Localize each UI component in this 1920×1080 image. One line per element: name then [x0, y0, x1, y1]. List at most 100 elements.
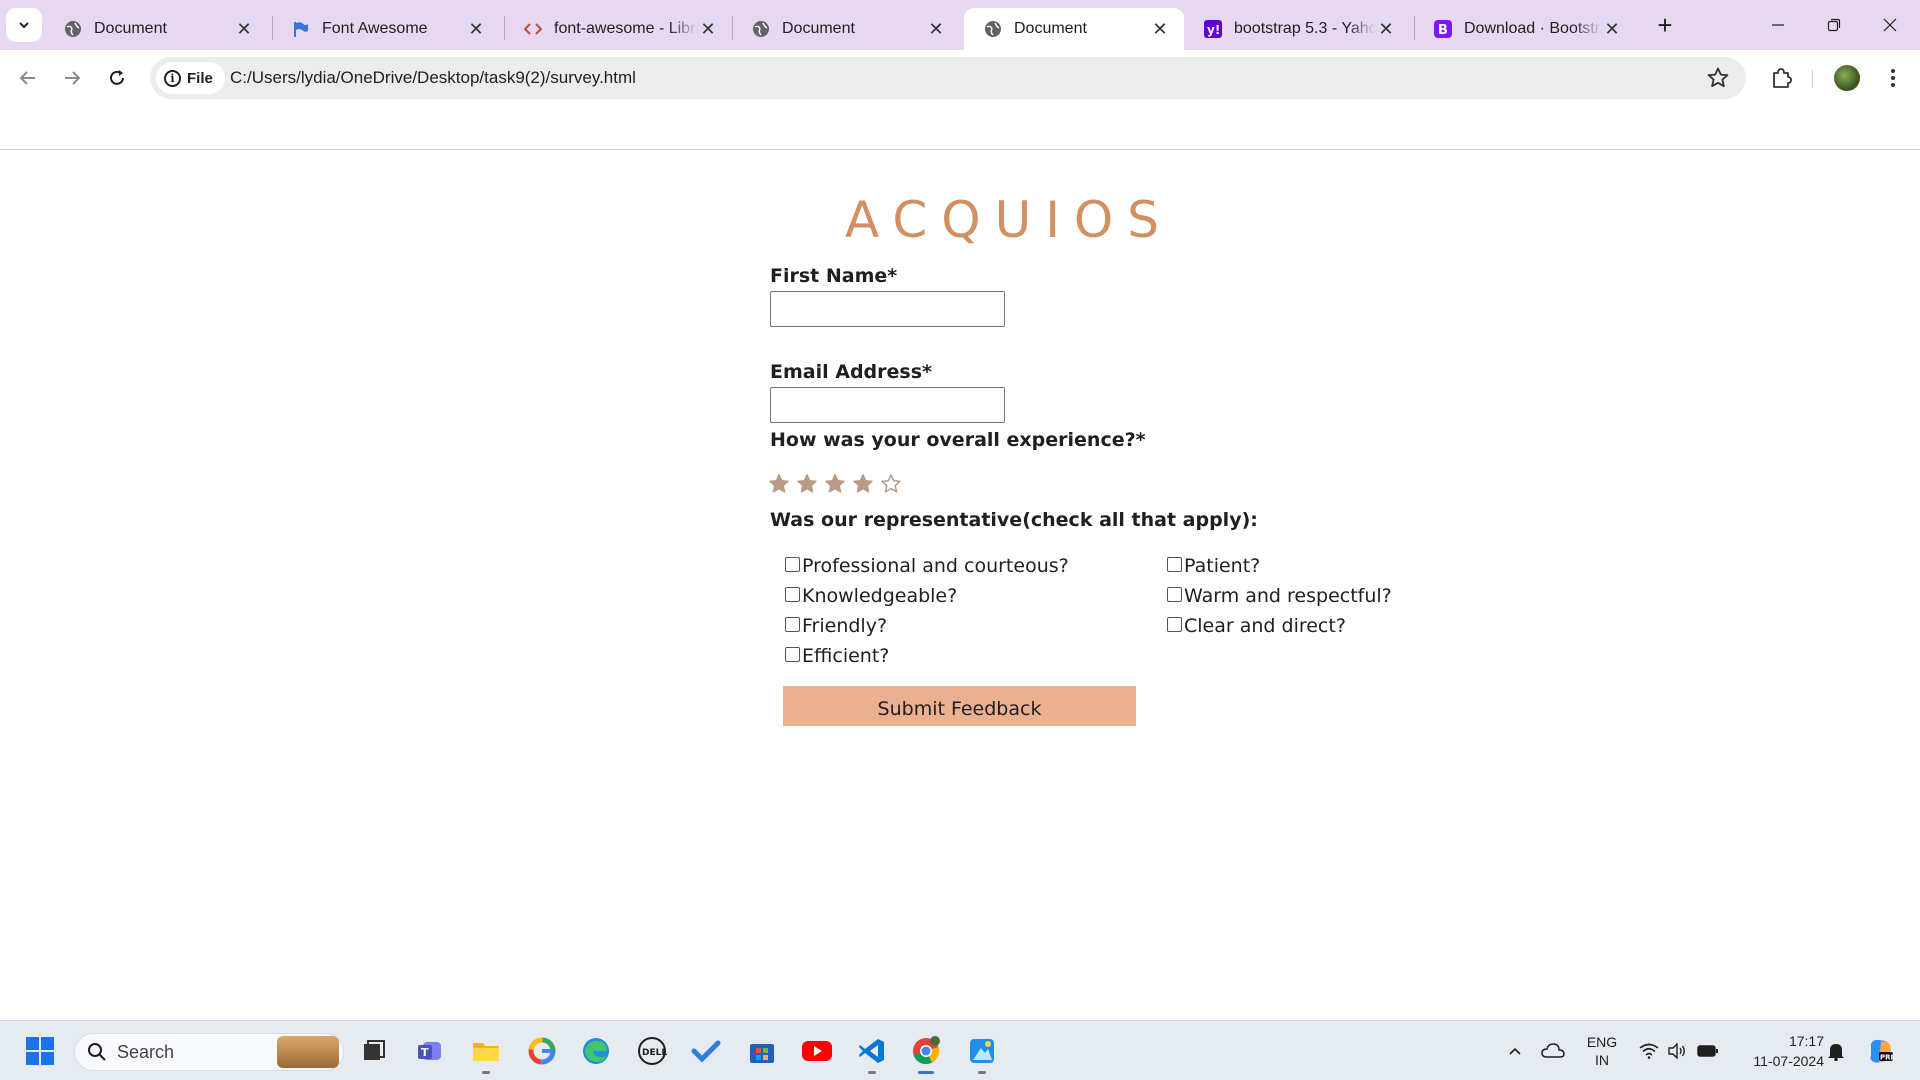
- reload-button[interactable]: [99, 60, 135, 96]
- checkbox-option[interactable]: Clear and direct?: [1167, 615, 1346, 637]
- browser-tab[interactable]: Document ✕: [732, 8, 960, 50]
- dell-icon: DELL: [638, 1037, 667, 1065]
- taskbar-search[interactable]: Search: [74, 1033, 344, 1071]
- checkbox[interactable]: [785, 646, 800, 662]
- checkbox-label: Efficient?: [802, 645, 890, 667]
- tab-title: Document: [782, 20, 855, 37]
- task-view-button[interactable]: [354, 1031, 394, 1071]
- menu-button[interactable]: [1878, 63, 1908, 93]
- star-filled-icon[interactable]: [796, 473, 818, 495]
- notifications-button[interactable]: [1824, 1021, 1848, 1080]
- address-bar[interactable]: i File C:/Users/lydia/OneDrive/Desktop/t…: [150, 57, 1746, 99]
- vscode-button[interactable]: [852, 1031, 892, 1074]
- paint-icon: [970, 1039, 994, 1063]
- youtube-button[interactable]: [797, 1031, 837, 1071]
- checkbox-option[interactable]: Patient?: [1167, 555, 1260, 577]
- checkbox[interactable]: [785, 616, 800, 632]
- browser-tab[interactable]: B Download · Bootstrap ✕: [1414, 8, 1636, 50]
- checkbox-option[interactable]: Warm and respectful?: [1167, 585, 1392, 607]
- chevron-up-icon: [1509, 1047, 1521, 1055]
- url-text[interactable]: C:/Users/lydia/OneDrive/Desktop/task9(2)…: [230, 68, 636, 88]
- search-highlight-image: [277, 1036, 339, 1068]
- browser-tab[interactable]: Document ✕: [44, 8, 268, 50]
- checkbox[interactable]: [1167, 616, 1182, 632]
- close-window-button[interactable]: [1862, 0, 1918, 50]
- checkbox[interactable]: [1167, 586, 1182, 602]
- close-icon[interactable]: ✕: [926, 19, 946, 39]
- svg-text:PRE: PRE: [1880, 1054, 1895, 1062]
- dell-button[interactable]: DELL: [632, 1031, 672, 1071]
- paint-button[interactable]: [962, 1031, 1002, 1074]
- close-icon[interactable]: ✕: [1602, 19, 1622, 39]
- arrow-right-icon: [65, 71, 81, 85]
- star-filled-icon[interactable]: [852, 473, 874, 495]
- file-explorer-button[interactable]: [466, 1031, 506, 1074]
- language-indicator[interactable]: ENG IN: [1582, 1021, 1622, 1080]
- file-chip-label: File: [187, 69, 213, 87]
- globe-icon: [752, 20, 770, 38]
- browser-tab[interactable]: y! bootstrap 5.3 - Yahoo ✕: [1184, 8, 1410, 50]
- onedrive-button[interactable]: [1538, 1021, 1568, 1080]
- first-name-input[interactable]: [770, 291, 1005, 327]
- submit-feedback-button[interactable]: Submit Feedback: [783, 686, 1136, 726]
- browser-tab[interactable]: Font Awesome ✕: [272, 8, 500, 50]
- edge-button[interactable]: [576, 1031, 616, 1071]
- kebab-menu-icon: [1891, 69, 1895, 87]
- star-outline-icon: [1707, 67, 1729, 88]
- clock-date: 11-07-2024: [1753, 1053, 1824, 1069]
- email-input[interactable]: [770, 387, 1005, 423]
- checkbox[interactable]: [1167, 556, 1182, 572]
- email-label: Email Address*: [770, 361, 932, 383]
- forward-button[interactable]: [54, 60, 90, 96]
- star-filled-icon[interactable]: [824, 473, 846, 495]
- clock-time: 17:17: [1788, 1033, 1824, 1049]
- tab-search-button[interactable]: [6, 8, 42, 42]
- running-indicator: [868, 1071, 876, 1074]
- teams-button[interactable]: T: [410, 1031, 450, 1071]
- checkbox-option[interactable]: Friendly?: [785, 615, 887, 637]
- close-icon[interactable]: ✕: [234, 19, 254, 39]
- checkbox-option[interactable]: Professional and courteous?: [785, 555, 1069, 577]
- search-placeholder: Search: [117, 1041, 175, 1062]
- battery-button[interactable]: [1694, 1021, 1722, 1080]
- code-brackets-icon: [524, 20, 542, 38]
- checkbox[interactable]: [785, 556, 800, 572]
- star-rating[interactable]: [768, 473, 902, 495]
- minimize-icon: [1772, 24, 1784, 26]
- windows-start-button[interactable]: [20, 1031, 60, 1071]
- arrow-left-icon: [19, 71, 35, 85]
- close-icon[interactable]: ✕: [698, 19, 718, 39]
- search-icon: [88, 1043, 106, 1061]
- profile-avatar[interactable]: [1834, 65, 1860, 91]
- chrome-button[interactable]: [906, 1031, 946, 1074]
- todo-button[interactable]: [686, 1031, 726, 1071]
- show-hidden-icons-button[interactable]: [1500, 1021, 1530, 1080]
- windows-taskbar: Search T DELL ENG IN 17:17 11-07-2024 PR…: [0, 1020, 1920, 1080]
- taskbar-clock[interactable]: 17:17 11-07-2024: [1734, 1031, 1824, 1071]
- new-tab-button[interactable]: +: [1650, 10, 1680, 40]
- bookmark-button[interactable]: [1706, 66, 1730, 90]
- site-info-chip[interactable]: i File: [156, 62, 225, 94]
- checkbox-option[interactable]: Efficient?: [785, 645, 889, 667]
- checkbox[interactable]: [785, 586, 800, 602]
- tab-title: bootstrap 5.3 - Yahoo: [1234, 20, 1376, 37]
- star-empty-icon[interactable]: [880, 473, 902, 495]
- google-button[interactable]: [522, 1031, 562, 1071]
- star-filled-icon[interactable]: [768, 473, 790, 495]
- browser-tab[interactable]: font-awesome - Libra ✕: [504, 8, 732, 50]
- volume-button[interactable]: [1664, 1021, 1690, 1080]
- browser-tab-active[interactable]: Document ✕: [964, 8, 1184, 50]
- minimize-button[interactable]: [1750, 0, 1806, 50]
- back-button[interactable]: [10, 60, 46, 96]
- toolbar-divider: [1812, 70, 1813, 88]
- copilot-button[interactable]: PRE: [1862, 1021, 1898, 1080]
- restore-button[interactable]: [1806, 0, 1862, 50]
- close-icon[interactable]: ✕: [1376, 19, 1396, 39]
- store-button[interactable]: [742, 1031, 782, 1071]
- wifi-button[interactable]: [1636, 1021, 1662, 1080]
- tab-title: Document: [94, 20, 167, 37]
- close-icon[interactable]: ✕: [1150, 19, 1170, 39]
- checkbox-option[interactable]: Knowledgeable?: [785, 585, 957, 607]
- extensions-button[interactable]: [1766, 63, 1796, 93]
- close-icon[interactable]: ✕: [466, 19, 486, 39]
